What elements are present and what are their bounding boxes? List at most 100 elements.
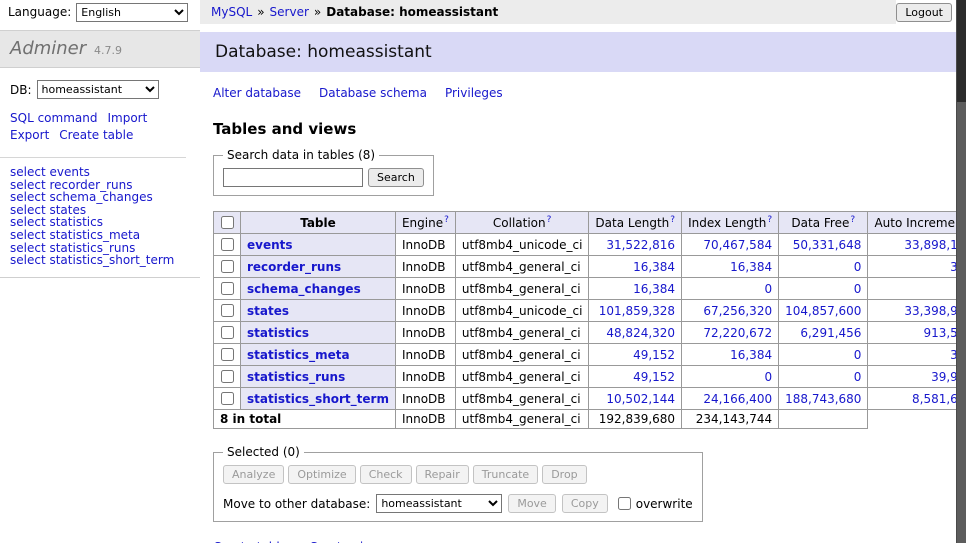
sidebar-item-select-statistics-short-term[interactable]: select statistics_short_term	[10, 254, 190, 267]
table-row: statisticsInnoDButf8mb4_general_ci48,824…	[214, 322, 966, 344]
topbar: Language: English MySQL » Server » Datab…	[0, 0, 966, 24]
engine-cell: InnoDB	[395, 366, 455, 388]
sidebar-commands: SQL command Import Export Create table	[0, 101, 186, 158]
db-nav-links: Alter database Database schema Privileges	[213, 86, 966, 100]
row-checkbox[interactable]	[221, 304, 234, 317]
sidebar-item-select-statistics-meta[interactable]: select statistics_meta	[10, 229, 190, 242]
help-link[interactable]: ?	[850, 215, 855, 225]
data-length-cell: 16,384	[589, 256, 682, 278]
sidebar-link-export[interactable]: Export	[10, 128, 49, 142]
move-db-select[interactable]: homeassistant	[376, 494, 502, 513]
row-checkbox[interactable]	[221, 260, 234, 273]
engine-cell: InnoDB	[395, 388, 455, 410]
data-length-cell: 31,522,816	[589, 234, 682, 256]
row-checkbox[interactable]	[221, 348, 234, 361]
sidebar-link-create-table[interactable]: Create table	[59, 128, 133, 142]
auto-increment-cell: 378	[868, 256, 966, 278]
row-checkbox[interactable]	[221, 392, 234, 405]
data-free-cell: 6,291,456	[779, 322, 868, 344]
data-free-cell: 0	[779, 366, 868, 388]
auto-increment-cell: 6	[868, 278, 966, 300]
column-header-label: Table	[300, 216, 336, 230]
help-link[interactable]: ?	[444, 215, 449, 225]
row-select-cell	[214, 256, 241, 278]
row-select-cell	[214, 278, 241, 300]
total-data-length-cell: 192,839,680	[589, 410, 682, 429]
breadcrumb-server-link[interactable]: Server	[270, 5, 309, 19]
breadcrumb-mysql-link[interactable]: MySQL	[211, 5, 252, 19]
vertical-scrollbar[interactable]	[956, 0, 966, 543]
index-length-cell: 0	[682, 366, 779, 388]
table-link-statistics-meta[interactable]: statistics_meta	[247, 348, 350, 362]
collation-cell: utf8mb4_unicode_ci	[455, 300, 589, 322]
sidebar-item-select-events[interactable]: select events	[10, 166, 190, 179]
collation-cell: utf8mb4_general_ci	[455, 388, 589, 410]
data-length-cell: 101,859,328	[589, 300, 682, 322]
collation-cell: utf8mb4_general_ci	[455, 278, 589, 300]
row-checkbox[interactable]	[221, 238, 234, 251]
table-link-events[interactable]: events	[247, 238, 293, 252]
table-name-cell: schema_changes	[241, 278, 396, 300]
table-row: statesInnoDButf8mb4_unicode_ci101,859,32…	[214, 300, 966, 322]
column-header-label: Data Length	[595, 216, 669, 230]
sidebar-link-sql-command[interactable]: SQL command	[10, 111, 97, 125]
table-name-cell: statistics	[241, 322, 396, 344]
data-length-cell: 49,152	[589, 344, 682, 366]
table-link-statistics-runs[interactable]: statistics_runs	[247, 370, 345, 384]
optimize-button[interactable]: Optimize	[288, 465, 355, 484]
nav-link-alter-database[interactable]: Alter database	[213, 86, 301, 100]
language-label: Language:	[8, 5, 71, 19]
nav-link-database-schema[interactable]: Database schema	[319, 86, 427, 100]
logout-button[interactable]: Logout	[896, 3, 952, 22]
column-header-engine: Engine?	[395, 212, 455, 234]
check-button[interactable]: Check	[360, 465, 412, 484]
sidebar-table-list: select eventsselect recorder_runsselect …	[0, 158, 200, 278]
move-row: Move to other database: homeassistant Mo…	[223, 494, 693, 513]
copy-button[interactable]: Copy	[562, 494, 608, 513]
scrollbar-thumb[interactable]	[957, 0, 966, 102]
sidebar-link-import[interactable]: Import	[107, 111, 147, 125]
db-select[interactable]: homeassistant	[37, 80, 159, 99]
row-checkbox[interactable]	[221, 282, 234, 295]
table-link-schema-changes[interactable]: schema_changes	[247, 282, 361, 296]
app-name: Adminer	[10, 38, 86, 59]
db-label: DB:	[10, 83, 32, 97]
data-free-cell: 50,331,648	[779, 234, 868, 256]
tables-body: events InnoDB utf8mb4_unicode_ci 31,522,816…	[214, 234, 966, 429]
repair-button[interactable]: Repair	[416, 465, 469, 484]
search-input[interactable]	[223, 168, 363, 187]
sidebar-item-select-schema-changes[interactable]: select schema_changes	[10, 191, 190, 204]
row-checkbox[interactable]	[221, 370, 234, 383]
overwrite-label: overwrite	[636, 497, 693, 511]
table-link-statistics[interactable]: statistics	[247, 326, 309, 340]
analyze-button[interactable]: Analyze	[223, 465, 284, 484]
auto-increment-cell: 8,581,645	[868, 388, 966, 410]
column-header-auto-increment: Auto Increment?	[868, 212, 966, 234]
table-link-recorder-runs[interactable]: recorder_runs	[247, 260, 341, 274]
help-link[interactable]: ?	[547, 215, 552, 225]
search-button[interactable]: Search	[368, 168, 424, 187]
data-length-cell: 10,502,144	[589, 388, 682, 410]
help-link[interactable]: ?	[767, 215, 772, 225]
data-free-cell: 188,743,680	[779, 388, 868, 410]
select-all-checkbox[interactable]	[221, 216, 234, 229]
total-index-length-cell: 234,143,744	[682, 410, 779, 429]
nav-link-privileges[interactable]: Privileges	[445, 86, 503, 100]
table-link-statistics-short-term[interactable]: statistics_short_term	[247, 392, 389, 406]
truncate-button[interactable]: Truncate	[473, 465, 538, 484]
collation-cell: utf8mb4_general_ci	[455, 256, 589, 278]
overwrite-checkbox[interactable]	[618, 497, 631, 510]
language-select[interactable]: English	[76, 3, 188, 22]
collation-cell: utf8mb4_general_ci	[455, 322, 589, 344]
table-link-states[interactable]: states	[247, 304, 289, 318]
help-link[interactable]: ?	[670, 215, 675, 225]
column-header-label: Collation	[493, 216, 546, 230]
drop-button[interactable]: Drop	[542, 465, 586, 484]
breadcrumb: MySQL » Server » Database: homeassistant	[200, 0, 896, 24]
auto-increment-cell: 325	[868, 344, 966, 366]
row-checkbox[interactable]	[221, 326, 234, 339]
move-button[interactable]: Move	[508, 494, 556, 513]
table-name-cell: recorder_runs	[241, 256, 396, 278]
data-length-cell: 49,152	[589, 366, 682, 388]
table-row: statistics_metaInnoDButf8mb4_general_ci4…	[214, 344, 966, 366]
